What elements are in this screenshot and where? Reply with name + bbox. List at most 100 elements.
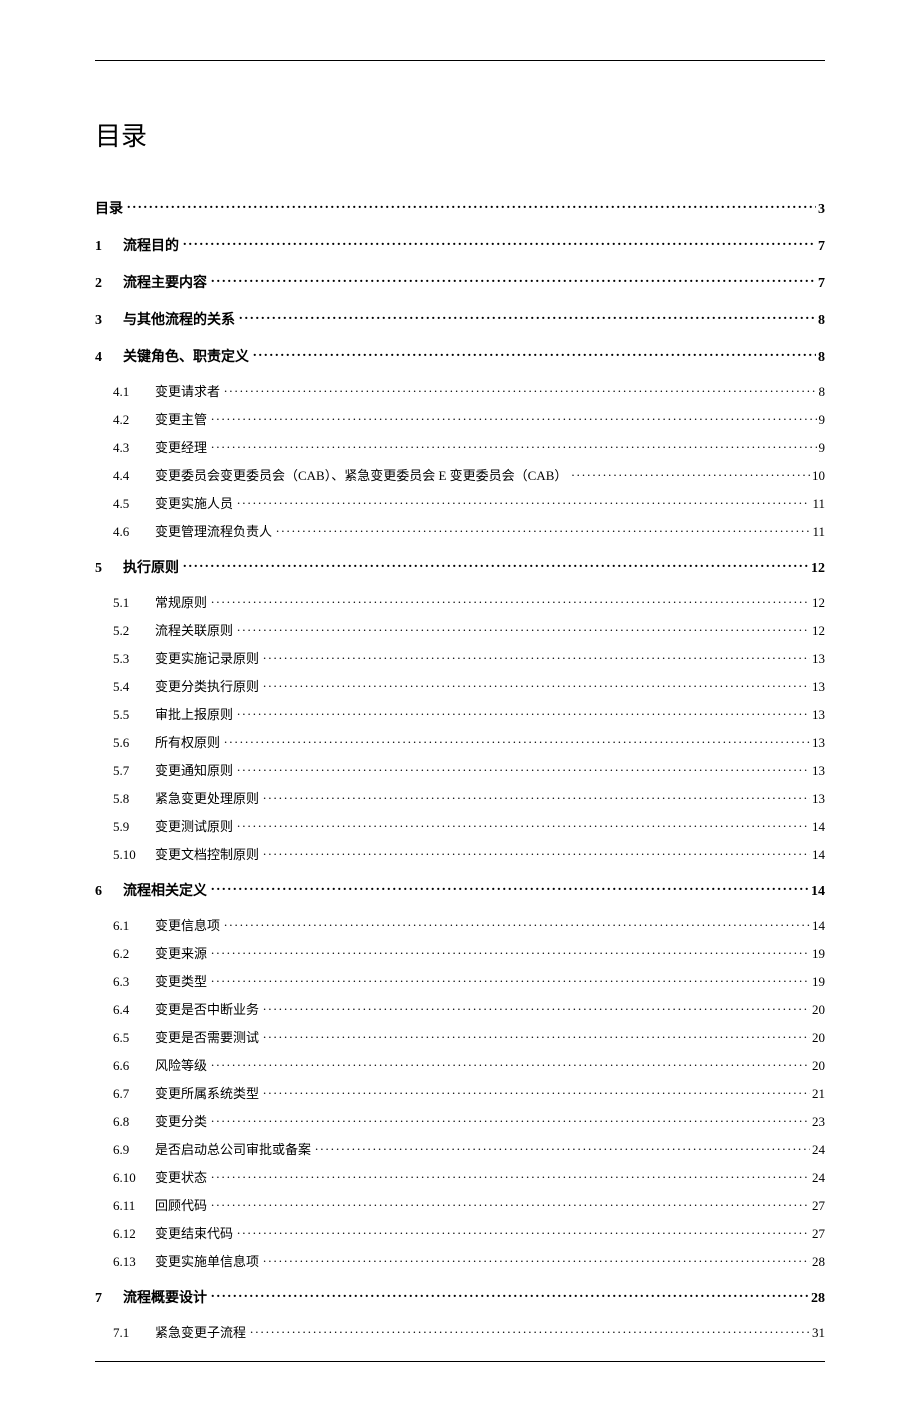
toc-page-number: 12	[810, 623, 825, 639]
toc-title: 回顾代码	[155, 1195, 211, 1214]
toc-entry[interactable]: 3与其他流程的关系8	[95, 309, 825, 329]
toc-number: 6.1	[113, 918, 155, 934]
toc-leader-dots	[239, 310, 816, 324]
toc-entry[interactable]: 6.10变更状态24	[95, 1167, 825, 1186]
toc-leader-dots	[571, 467, 810, 480]
toc-entry[interactable]: 5.4变更分类执行原则13	[95, 676, 825, 695]
toc-leader-dots	[224, 734, 810, 747]
toc-number: 6.5	[113, 1030, 155, 1046]
toc-page-number: 28	[809, 1291, 825, 1307]
toc-leader-dots	[250, 1324, 810, 1337]
toc-title: 变更实施记录原则	[155, 648, 263, 667]
toc-title: 变更来源	[155, 943, 211, 962]
toc-leader-dots	[211, 439, 816, 452]
toc-entry[interactable]: 6.1变更信息项14	[95, 915, 825, 934]
toc-entry[interactable]: 6.8变更分类 23	[95, 1111, 825, 1130]
toc-title: 变更通知原则	[155, 760, 237, 779]
toc-page-number: 14	[809, 884, 825, 900]
toc-entry[interactable]: 4.1变更请求者8	[95, 381, 825, 400]
toc-page-number: 20	[810, 1002, 825, 1018]
toc-title: 流程目的	[123, 235, 183, 255]
toc-title: 变更实施人员	[155, 493, 237, 512]
toc-entry[interactable]: 4关键角色、职责定义8	[95, 346, 825, 366]
toc-entry[interactable]: 4.2变更主管9	[95, 409, 825, 428]
toc-entry[interactable]: 6.12变更结束代码27	[95, 1223, 825, 1242]
toc-page-number: 28	[810, 1254, 825, 1270]
toc-entry[interactable]: 6.13变更实施单信息项28	[95, 1251, 825, 1270]
toc-title: 流程关联原则	[155, 620, 237, 639]
toc-leader-dots	[253, 347, 816, 361]
toc-title: 变更分类	[155, 1111, 211, 1130]
toc-title: 变更请求者	[155, 381, 224, 400]
toc-number: 6.10	[113, 1170, 155, 1186]
toc-entry[interactable]: 5.6所有权原则13	[95, 732, 825, 751]
toc-number: 5.1	[113, 595, 155, 611]
toc-entry[interactable]: 5.2流程关联原则 12	[95, 620, 825, 639]
toc-entry[interactable]: 7.1紧急变更子流程31	[95, 1322, 825, 1341]
toc-page-number: 23	[810, 1114, 825, 1130]
toc-entry[interactable]: 4.3变更经理9	[95, 437, 825, 456]
toc-page-number: 24	[810, 1170, 825, 1186]
toc-leader-dots	[315, 1141, 810, 1154]
toc-title: 流程主要内容	[123, 272, 211, 292]
toc-entry[interactable]: 7流程概要设计 28	[95, 1287, 825, 1307]
toc-title: 流程概要设计	[123, 1287, 211, 1307]
toc-entry[interactable]: 6.3变更类型19	[95, 971, 825, 990]
toc-entry[interactable]: 6.11回顾代码27	[95, 1195, 825, 1214]
toc-entry[interactable]: 5.9变更测试原则14	[95, 816, 825, 835]
toc-leader-dots	[211, 594, 810, 607]
toc-leader-dots	[183, 236, 816, 250]
toc-number: 4.6	[113, 524, 155, 540]
toc-entry[interactable]: 5.7变更通知原则13	[95, 760, 825, 779]
toc-entry[interactable]: 6.2变更来源19	[95, 943, 825, 962]
toc-leader-dots	[263, 678, 810, 691]
toc-leader-dots	[211, 1288, 809, 1302]
bottom-divider	[95, 1361, 825, 1362]
toc-leader-dots	[237, 1225, 810, 1238]
toc-leader-dots	[263, 1029, 810, 1042]
toc-entry[interactable]: 4.4变更委员会变更委员会（CAB）、紧急变更委员会 E 变更委员会（CAB）1…	[95, 465, 825, 484]
toc-entry[interactable]: 5.3变更实施记录原则13	[95, 648, 825, 667]
toc-page-number: 13	[810, 707, 825, 723]
toc-entry[interactable]: 6.4变更是否中断业务20	[95, 999, 825, 1018]
toc-entry[interactable]: 6流程相关定义14	[95, 880, 825, 900]
toc-page-number: 11	[810, 524, 825, 540]
toc-number: 5.2	[113, 623, 155, 639]
toc-title: 变更信息项	[155, 915, 224, 934]
toc-number: 5.8	[113, 791, 155, 807]
toc-entry[interactable]: 5.5审批上报原则13	[95, 704, 825, 723]
toc-entry[interactable]: 4.5变更实施人员11	[95, 493, 825, 512]
toc-number: 1	[95, 239, 123, 255]
toc-entry[interactable]: 2流程主要内容7	[95, 272, 825, 292]
toc-entry[interactable]: 5执行原则12	[95, 557, 825, 577]
toc-number: 6.12	[113, 1226, 155, 1242]
toc-number: 7	[95, 1291, 123, 1307]
toc-page-number: 10	[810, 468, 825, 484]
toc-entry[interactable]: 5.8紧急变更处理原则13	[95, 788, 825, 807]
toc-page-number: 13	[810, 679, 825, 695]
toc-title: 变更经理	[155, 437, 211, 456]
toc-number: 5.9	[113, 819, 155, 835]
toc-title: 目录	[95, 198, 127, 218]
toc-title: 变更类型	[155, 971, 211, 990]
toc-entry[interactable]: 6.6风险等级20	[95, 1055, 825, 1074]
toc-entry[interactable]: 6.7变更所属系统类型21	[95, 1083, 825, 1102]
toc-entry[interactable]: 6.9是否启动总公司审批或备案24	[95, 1139, 825, 1158]
toc-title: 变更委员会变更委员会（CAB）、紧急变更委员会 E 变更委员会（CAB）	[155, 465, 571, 484]
toc-entry[interactable]: 5.1常规原则12	[95, 592, 825, 611]
toc-entry[interactable]: 4.6变更管理流程负责人11	[95, 521, 825, 540]
toc-entry[interactable]: 5.10变更文档控制原则14	[95, 844, 825, 863]
toc-number: 6.13	[113, 1254, 155, 1270]
toc-entry[interactable]: 1流程目的7	[95, 235, 825, 255]
toc-title: 变更文档控制原则	[155, 844, 263, 863]
toc-page-number: 9	[817, 440, 826, 456]
toc-page-number: 13	[810, 651, 825, 667]
toc-number: 6.8	[113, 1114, 155, 1130]
toc-entry[interactable]: 目录3	[95, 198, 825, 218]
toc-title: 变更主管	[155, 409, 211, 428]
toc-leader-dots	[263, 790, 810, 803]
toc-leader-dots	[211, 1169, 810, 1182]
toc-title: 变更结束代码	[155, 1223, 237, 1242]
toc-number: 5.7	[113, 763, 155, 779]
toc-entry[interactable]: 6.5变更是否需要测试20	[95, 1027, 825, 1046]
